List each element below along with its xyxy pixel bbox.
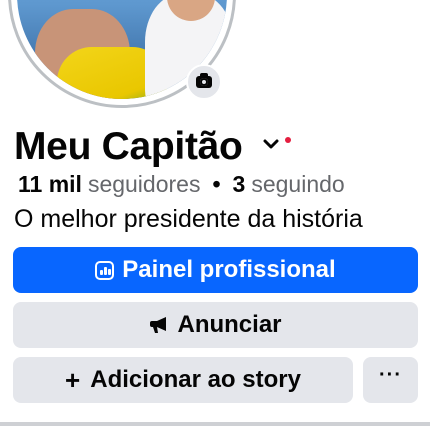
plus-icon: + (65, 365, 81, 395)
following-label[interactable]: seguindo (251, 170, 344, 198)
advertise-button[interactable]: Anunciar (13, 302, 418, 348)
add-story-label: Adicionar ao story (90, 366, 301, 393)
advertise-label: Anunciar (177, 311, 282, 338)
more-options-button[interactable]: ··· (363, 357, 418, 403)
megaphone-icon (149, 316, 169, 334)
stats-separator: • (212, 171, 221, 197)
followers-label[interactable]: seguidores (88, 170, 201, 198)
section-divider (0, 422, 430, 426)
chevron-down-icon[interactable] (263, 136, 279, 152)
add-story-button[interactable]: + Adicionar ao story (13, 357, 353, 403)
professional-dashboard-label: Painel profissional (122, 256, 336, 283)
dashboard-icon (95, 260, 115, 280)
profile-stats: 11 mil seguidores • 3 seguindo (18, 170, 345, 198)
professional-dashboard-button[interactable]: Painel profissional (13, 247, 418, 293)
followers-count[interactable]: 11 mil (18, 170, 82, 198)
profile-name: Meu Capitão (14, 125, 243, 168)
more-icon: ··· (379, 363, 402, 386)
profile-bio: O melhor presidente da história (14, 205, 363, 233)
notification-dot (284, 137, 291, 143)
following-count[interactable]: 3 (233, 170, 246, 198)
camera-icon[interactable] (186, 64, 222, 100)
profile-name-row: Meu Capitão (14, 124, 291, 170)
